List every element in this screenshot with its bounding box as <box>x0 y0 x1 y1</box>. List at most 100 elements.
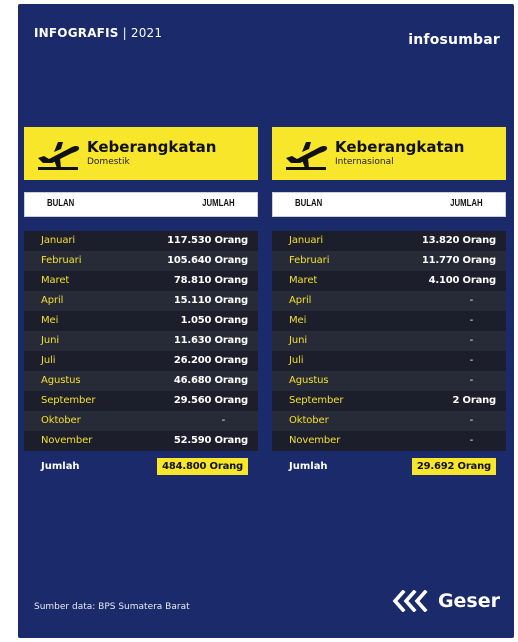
table-row: Mei - <box>272 311 506 331</box>
month-cell: April <box>289 295 312 306</box>
month-cell: Maret <box>289 275 318 286</box>
table-row: Juli - <box>272 351 506 371</box>
value-cell: 11.770 Orang <box>421 255 496 266</box>
infografis-label: INFOGRAFIS | 2021 <box>34 26 162 40</box>
table-row: Agustus - <box>272 371 506 391</box>
table-row: November - <box>272 431 506 451</box>
month-cell: Februari <box>41 255 82 266</box>
month-cell: Januari <box>289 235 324 246</box>
data-rows: Januari 13.820 Orang Februari 11.770 Orang… <box>272 231 506 451</box>
value-cell: - <box>469 415 474 426</box>
panel-subtitle: Internasional <box>335 157 394 167</box>
table-row: April 15.110 Orang <box>24 291 258 311</box>
column-header: BULAN JUMLAH <box>24 192 258 217</box>
value-cell: - <box>469 435 474 446</box>
month-cell: Agustus <box>289 375 329 386</box>
month-cell: Juni <box>41 335 60 346</box>
month-cell: Mei <box>289 315 307 326</box>
total-label: Jumlah <box>41 461 80 472</box>
panel-domestik: Keberangkatan Domestik BULAN JUMLAH Janu… <box>24 127 258 478</box>
table-row: Juni - <box>272 331 506 351</box>
month-cell: September <box>41 395 96 406</box>
value-cell: 117.530 Orang <box>167 235 248 246</box>
table-row: Agustus 46.680 Orang <box>24 371 258 391</box>
swipe-hint[interactable]: Geser <box>392 590 500 612</box>
total-row: Jumlah 484.800 Orang <box>24 456 258 478</box>
table-row: Februari 105.640 Orang <box>24 251 258 271</box>
table-row: Februari 11.770 Orang <box>272 251 506 271</box>
value-cell: - <box>469 315 474 326</box>
value-cell: 1.050 Orang <box>180 315 249 326</box>
month-cell: Juli <box>41 355 56 366</box>
month-cell: Januari <box>41 235 76 246</box>
month-cell: September <box>289 395 344 406</box>
source-note: Sumber data: BPS Sumatera Barat <box>34 602 190 612</box>
infographic-card: INFOGRAFIS | 2021 infosumbar Keberangkat… <box>18 4 514 638</box>
panel-internasional: Keberangkatan Internasional BULAN JUMLAH… <box>272 127 506 478</box>
panel-title: Keberangkatan <box>87 138 217 156</box>
value-cell: 52.590 Orang <box>173 435 248 446</box>
swipe-label: Geser <box>437 590 500 612</box>
value-cell: - <box>469 375 474 386</box>
table-row: Oktober - <box>24 411 258 431</box>
table-row: Oktober - <box>272 411 506 431</box>
month-cell: Maret <box>41 275 70 286</box>
infografis-word: INFOGRAFIS <box>34 26 119 40</box>
table-row: Maret 4.100 Orang <box>272 271 506 291</box>
triple-chevron-left-icon <box>392 590 428 612</box>
value-cell: 15.110 Orang <box>173 295 248 306</box>
total-row: Jumlah 29.692 Orang <box>272 456 506 478</box>
column-jumlah: JUMLAH <box>202 198 235 209</box>
total-label: Jumlah <box>289 461 328 472</box>
value-cell: 4.100 Orang <box>428 275 497 286</box>
value-cell: - <box>469 355 474 366</box>
total-value: 484.800 Orang <box>157 458 248 475</box>
value-cell: 2 Orang <box>452 395 497 406</box>
column-bulan: BULAN <box>47 198 75 209</box>
table-row: Maret 78.810 Orang <box>24 271 258 291</box>
airplane-departure-icon <box>38 142 80 170</box>
value-cell: - <box>221 415 226 426</box>
panel-title: Keberangkatan <box>335 138 465 156</box>
month-cell: Februari <box>289 255 330 266</box>
value-cell: - <box>469 335 474 346</box>
month-cell: November <box>41 435 93 446</box>
table-row: November 52.590 Orang <box>24 431 258 451</box>
airplane-departure-icon <box>286 142 328 170</box>
value-cell: 46.680 Orang <box>173 375 248 386</box>
data-rows: Januari 117.530 Orang Februari 105.640 Ora… <box>24 231 258 451</box>
column-header: BULAN JUMLAH <box>272 192 506 217</box>
brand-logo: infosumbar <box>408 32 500 48</box>
year-label: | 2021 <box>118 26 163 40</box>
panel-header: Keberangkatan Internasional <box>272 127 506 180</box>
month-cell: Oktober <box>41 415 81 426</box>
table-row: Januari 117.530 Orang <box>24 231 258 251</box>
table-row: Juni 11.630 Orang <box>24 331 258 351</box>
table-row: September 29.560 Orang <box>24 391 258 411</box>
panel-subtitle: Domestik <box>87 157 130 167</box>
value-cell: 105.640 Orang <box>167 255 248 266</box>
value-cell: 13.820 Orang <box>421 235 496 246</box>
month-cell: April <box>41 295 64 306</box>
total-value: 29.692 Orang <box>411 458 496 475</box>
table-row: April - <box>272 291 506 311</box>
value-cell: - <box>469 295 474 306</box>
table-row: Juli 26.200 Orang <box>24 351 258 371</box>
table-row: Mei 1.050 Orang <box>24 311 258 331</box>
column-bulan: BULAN <box>295 198 323 209</box>
table-row: September 2 Orang <box>272 391 506 411</box>
column-jumlah: JUMLAH <box>450 198 483 209</box>
top-bar: INFOGRAFIS | 2021 infosumbar <box>18 4 514 114</box>
table-row: Januari 13.820 Orang <box>272 231 506 251</box>
value-cell: 11.630 Orang <box>173 335 248 346</box>
month-cell: Juli <box>289 355 304 366</box>
value-cell: 29.560 Orang <box>173 395 248 406</box>
month-cell: November <box>289 435 341 446</box>
month-cell: Mei <box>41 315 59 326</box>
value-cell: 78.810 Orang <box>173 275 248 286</box>
month-cell: Agustus <box>41 375 81 386</box>
value-cell: 26.200 Orang <box>173 355 248 366</box>
month-cell: Oktober <box>289 415 329 426</box>
month-cell: Juni <box>289 335 308 346</box>
panel-header: Keberangkatan Domestik <box>24 127 258 180</box>
